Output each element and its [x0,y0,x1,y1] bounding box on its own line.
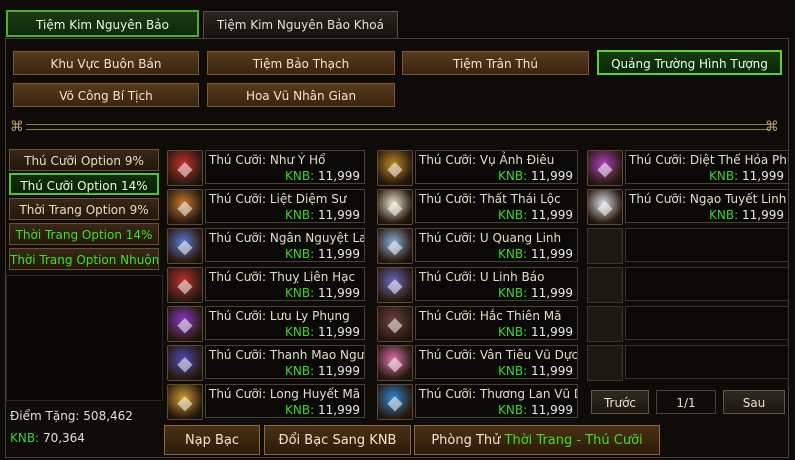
eagle-mount-icon[interactable]: ◆ [377,150,413,186]
mount-item[interactable]: ◆ Thú Cưỡi: Thương Lan Vũ Dực KNB: 11,999 [377,384,578,420]
ornament-divider: ⌘ ⌘ [8,117,789,137]
item-price: KNB: 11,999 [498,247,573,261]
item-price: KNB: 11,999 [709,169,784,183]
horse-mount-icon[interactable]: ◆ [167,384,203,420]
sidebar-item-thoi-trang-9[interactable]: Thời Trang Option 9% [9,198,159,220]
item-price: KNB: 11,999 [285,169,360,183]
category-tiem-tran-thu[interactable]: Tiệm Trân Thú [402,51,589,75]
mount-item[interactable]: ◆ Thú Cưỡi: Ngân Nguyệt Lang KNB: 11,999 [167,228,365,264]
item-price: KNB: 11,999 [498,286,573,300]
fitting-room-prefix: Phòng Thử [431,433,505,448]
item-price: KNB: 11,999 [285,325,360,339]
item-name: Thú Cưỡi: Vụ Ảnh Điêu [419,153,555,167]
item-price: KNB: 11,999 [498,325,573,339]
sidebar-item-thoi-trang-14[interactable]: Thời Trang Option 14% [9,223,159,245]
next-page-button[interactable]: Sau [723,390,785,414]
page-indicator: 1/1 [656,390,716,414]
item-name: Thú Cưỡi: Lưu Ly Phụng [209,309,350,323]
mount-item[interactable]: ◆ Thú Cưỡi: Thuỵ Liên Hạc KNB: 11,999 [167,267,365,303]
item-price: KNB: 11,999 [709,208,784,222]
prev-page-button[interactable]: Trước [591,390,649,414]
mount-item[interactable]: ◆ Thú Cưỡi: U Linh Báo KNB: 11,999 [377,267,578,303]
item-price: KNB: 11,999 [285,247,360,261]
crane-mount-icon[interactable]: ◆ [167,267,203,303]
empty-item-slot [587,267,623,303]
convert-silver-knb-button[interactable]: Đổi Bạc Sang KNB [264,425,411,455]
empty-item-slot [587,306,623,342]
sidebar-item-thoi-trang-nhuom-mau[interactable]: Thời Trang Option Nhuộm Màu [9,248,159,270]
phoenix-mount-icon[interactable]: ◆ [167,306,203,342]
spirit-mount-icon[interactable]: ◆ [377,228,413,264]
tiger-mount-icon[interactable]: ◆ [167,150,203,186]
item-name: Thú Cưỡi: Ngân Nguyệt Lang [209,231,365,245]
sidebar-item-thu-cuoi-14[interactable]: Thú Cưỡi Option 14% [9,173,159,195]
mount-item[interactable]: ◆ Thú Cưỡi: Thanh Mao Ngưu KNB: 11,999 [167,345,365,381]
ornament-right-icon: ⌘ [765,119,779,135]
category-quang-truong-hinh-tuong[interactable]: Quảng Trường Hình Tượng [597,50,782,75]
deer-mount-icon[interactable]: ◆ [377,189,413,225]
item-name: Thú Cưỡi: Long Huyết Mã [209,387,361,401]
item-price: KNB: 11,999 [285,286,360,300]
category-vo-cong-bi-tich[interactable]: Võ Công Bí Tịch [13,83,199,107]
lion-mount-icon[interactable]: ◆ [167,189,203,225]
mount-item[interactable]: ◆ Thú Cưỡi: Như Ý Hổ KNB: 11,999 [167,150,365,186]
wolf-mount-icon[interactable]: ◆ [167,228,203,264]
item-name: Thú Cưỡi: Thương Lan Vũ Dực [419,387,577,401]
mount-item[interactable]: ◆ Thú Cưỡi: Thất Thái Lộc KNB: 11,999 [377,189,578,225]
mount-item[interactable]: ◆ Thú Cưỡi: Ngạo Tuyết Linh Sư KNB: 11,999 [587,189,789,225]
mount-item[interactable]: ◆ Thú Cưỡi: Vụ Ảnh Điêu KNB: 11,999 [377,150,578,186]
item-price: KNB: 11,999 [498,169,573,183]
empty-item-slot [587,345,623,381]
black-horse-mount-icon[interactable]: ◆ [377,306,413,342]
mount-item[interactable]: ◆ Thú Cưỡi: Liệt Diệm Sư KNB: 11,999 [167,189,365,225]
ornament-left-icon: ⌘ [10,119,24,135]
tab-kim-nguyen-bao-khoa[interactable]: Tiệm Kim Nguyên Bảo Khoá [203,11,398,39]
item-price: KNB: 11,999 [285,208,360,222]
sidebar-item-thu-cuoi-9[interactable]: Thú Cưỡi Option 9% [9,149,159,171]
ox-mount-icon[interactable]: ◆ [167,345,203,381]
snow-lion-mount-icon[interactable]: ◆ [587,189,623,225]
panther-mount-icon[interactable]: ◆ [377,267,413,303]
item-name: Thú Cưỡi: Thất Thái Lộc [419,192,561,206]
item-name: Thú Cưỡi: U Linh Báo [419,270,545,284]
mount-item[interactable]: ◆ Thú Cưỡi: Vân Tiêu Vũ Dực KNB: 11,999 [377,345,578,381]
empty-item-info [625,228,789,262]
item-price: KNB: 11,999 [285,403,360,417]
item-price: KNB: 11,999 [498,364,573,378]
item-name: Thú Cưỡi: Liệt Diệm Sư [209,192,347,206]
blue-wing-mount-icon[interactable]: ◆ [377,384,413,420]
category-hoa-vu-nhan-gian[interactable]: Hoa Vũ Nhân Gian [207,83,395,107]
item-name: Thú Cưỡi: Vân Tiêu Vũ Dực [419,348,578,362]
empty-item-info [625,345,789,379]
empty-item-info [625,267,789,301]
mount-item[interactable]: ◆ Thú Cưỡi: Hắc Thiên Mã KNB: 11,999 [377,306,578,342]
fitting-room-button[interactable]: Phòng Thử Thời Trang - Thú Cưỡi [414,425,660,455]
points-display: Điểm Tặng: 508,462 [10,409,133,423]
mount-item[interactable]: ◆ Thú Cưỡi: Lưu Ly Phụng KNB: 11,999 [167,306,365,342]
item-name: Thú Cưỡi: Hắc Thiên Mã [419,309,562,323]
item-name: Thú Cưỡi: Thanh Mao Ngưu [209,348,365,362]
currency-panel [6,275,163,401]
category-tiem-bao-thach[interactable]: Tiệm Bảo Thạch [207,51,395,75]
wing-mount-icon[interactable]: ◆ [377,345,413,381]
tab-kim-nguyen-bao[interactable]: Tiệm Kim Nguyên Bảo [6,10,199,37]
item-price: KNB: 11,999 [498,208,573,222]
empty-item-slot [587,228,623,264]
mount-item[interactable]: ◆ Thú Cưỡi: Long Huyết Mã KNB: 11,999 [167,384,365,420]
knb-display: KNB: 70,364 [10,431,85,445]
item-price: KNB: 11,999 [285,364,360,378]
item-name: Thú Cưỡi: Ngạo Tuyết Linh Sư [629,192,789,206]
mount-item[interactable]: ◆ Thú Cưỡi: Diệt Thế Hỏa Phụng KNB: 11,999 [587,150,789,186]
empty-item-info [625,306,789,340]
topup-silver-button[interactable]: Nạp Bạc [164,425,260,455]
item-name: Thú Cưỡi: Như Ý Hổ [209,153,326,167]
item-name: Thú Cưỡi: Thuỵ Liên Hạc [209,270,356,284]
fire-phoenix-mount-icon[interactable]: ◆ [587,150,623,186]
item-name: Thú Cưỡi: U Quang Linh [419,231,562,245]
item-name: Thú Cưỡi: Diệt Thế Hỏa Phụng [629,153,788,167]
mount-item[interactable]: ◆ Thú Cưỡi: U Quang Linh KNB: 11,999 [377,228,578,264]
category-khu-vuc-buon-ban[interactable]: Khu Vực Buôn Bán [13,51,199,75]
fitting-room-category: Thời Trang - Thú Cưỡi [504,433,643,448]
item-price: KNB: 11,999 [498,403,573,417]
